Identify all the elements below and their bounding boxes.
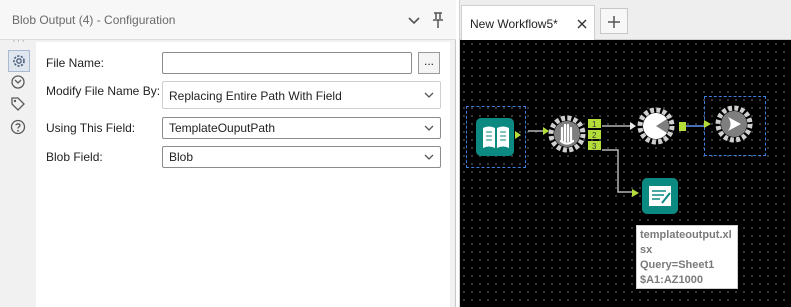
help-icon[interactable] [8,117,30,139]
join-tool[interactable] [630,106,688,151]
modify-file-name-label: Modify File Name By: [46,84,161,98]
tab-strip: New Workflow5* [460,0,791,40]
input-data-tool[interactable] [474,114,522,167]
pin-icon[interactable] [428,10,448,30]
annotation-line-2: sx [640,244,653,256]
using-field-value: TemplateOuputPath [169,121,276,135]
more-dots: ··· [12,35,26,47]
connection-icon[interactable] [8,72,30,94]
anchor-1-label: 1 [592,120,597,129]
modify-file-name-value: Replacing Entire Path With Field [169,89,342,103]
annotation-line-4: $A1:AZ1000 [640,274,703,286]
config-title: Blob Output (4) - Configuration [12,13,176,27]
message-tool[interactable]: 1 2 3 [543,110,603,163]
modify-file-name-select[interactable]: Replacing Entire Path With Field [162,81,441,109]
chevron-down-icon[interactable] [404,10,424,30]
anchor-2-label: 2 [592,131,597,140]
file-name-input[interactable] [162,52,412,74]
blob-field-label: Blob Field: [46,150,103,164]
configuration-panel: Blob Output (4) - Configuration ··· File… [0,0,456,307]
blob-field-value: Blob [169,150,194,164]
connection-wires [528,125,704,193]
plus-icon [608,16,620,28]
chevron-down-icon [424,92,434,98]
using-field-select[interactable]: TemplateOuputPath [162,117,441,139]
add-tab-button[interactable] [600,8,628,34]
workflow-canvas[interactable]: 1 2 3 templateoutput.xl sx Query=Sheet1 … [460,40,791,307]
output-annotation: templateoutput.xl sx Query=Sheet1 $A1:AZ… [636,225,738,289]
workflow-area: New Workflow5* 1 2 3 templateoutput.xl s… [459,0,791,307]
close-icon[interactable] [576,18,588,30]
file-name-label: File Name: [46,56,105,70]
annotation-line-3: Query=Sheet1 [640,259,715,271]
chevron-down-icon [424,154,434,160]
using-field-label: Using This Field: [46,121,136,135]
tab-new-workflow[interactable]: New Workflow5* [461,5,595,40]
blob-output-tool[interactable] [704,102,762,149]
anchor-3-label: 3 [592,142,597,151]
gear-icon[interactable] [8,50,30,72]
tag-icon[interactable] [8,94,30,116]
tab-label: New Workflow5* [470,17,558,31]
output-data-tool[interactable] [632,176,682,221]
chevron-down-icon [424,125,434,131]
browse-button[interactable]: ... [418,52,440,74]
blob-field-select[interactable]: Blob [162,146,441,168]
config-header: Blob Output (4) - Configuration [0,0,456,40]
annotation-line-1: templateoutput.xl [640,229,732,241]
